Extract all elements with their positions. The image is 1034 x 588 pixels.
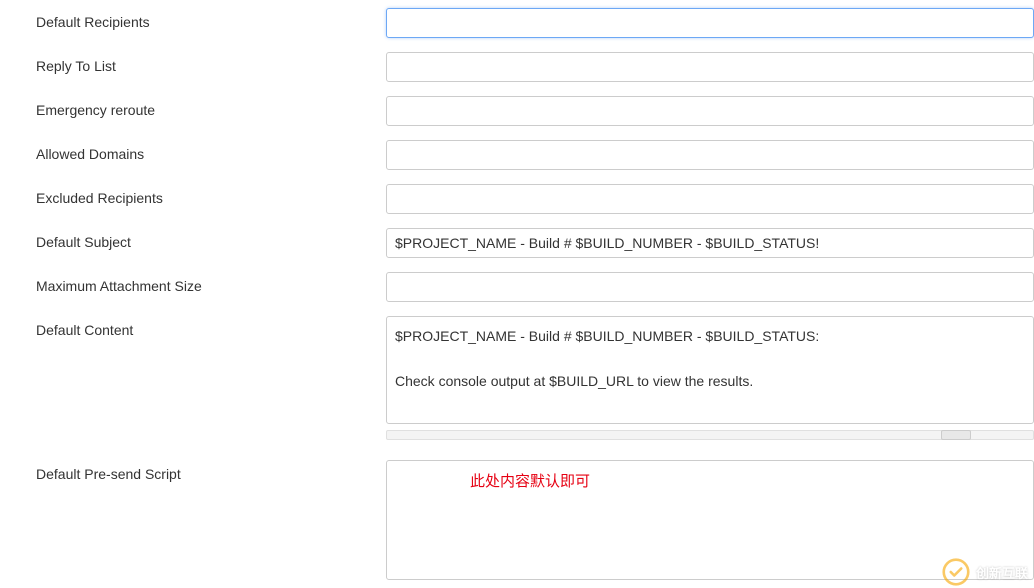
row-emergency-reroute: Emergency reroute bbox=[36, 96, 1034, 126]
row-default-subject: Default Subject bbox=[36, 228, 1034, 258]
label-default-content: Default Content bbox=[36, 316, 386, 338]
label-default-subject: Default Subject bbox=[36, 228, 386, 250]
input-reply-to-list[interactable] bbox=[386, 52, 1034, 82]
label-allowed-domains: Allowed Domains bbox=[36, 140, 386, 162]
row-reply-to-list: Reply To List bbox=[36, 52, 1034, 82]
row-default-recipients: Default Recipients bbox=[36, 8, 1034, 38]
label-default-presend-script: Default Pre-send Script bbox=[36, 460, 386, 482]
input-emergency-reroute[interactable] bbox=[386, 96, 1034, 126]
row-excluded-recipients: Excluded Recipients bbox=[36, 184, 1034, 214]
input-max-attachment-size[interactable] bbox=[386, 272, 1034, 302]
input-excluded-recipients[interactable] bbox=[386, 184, 1034, 214]
email-settings-form: Default Recipients Reply To List Emergen… bbox=[0, 0, 1034, 583]
resize-track[interactable] bbox=[386, 430, 1034, 440]
label-reply-to-list: Reply To List bbox=[36, 52, 386, 74]
label-max-attachment-size: Maximum Attachment Size bbox=[36, 272, 386, 294]
input-default-subject[interactable] bbox=[386, 228, 1034, 258]
row-max-attachment-size: Maximum Attachment Size bbox=[36, 272, 1034, 302]
row-allowed-domains: Allowed Domains bbox=[36, 140, 1034, 170]
row-default-content: Default Content bbox=[36, 316, 1034, 446]
row-default-presend-script: Default Pre-send Script bbox=[36, 460, 1034, 583]
input-default-recipients[interactable] bbox=[386, 8, 1034, 38]
label-default-recipients: Default Recipients bbox=[36, 8, 386, 30]
watermark: 创新互联 bbox=[936, 554, 1034, 588]
label-excluded-recipients: Excluded Recipients bbox=[36, 184, 386, 206]
resize-thumb[interactable] bbox=[941, 430, 971, 440]
input-allowed-domains[interactable] bbox=[386, 140, 1034, 170]
label-emergency-reroute: Emergency reroute bbox=[36, 96, 386, 118]
watermark-logo-icon bbox=[942, 558, 970, 586]
textarea-default-content[interactable] bbox=[386, 316, 1034, 424]
watermark-label: 创新互联 bbox=[976, 563, 1028, 582]
